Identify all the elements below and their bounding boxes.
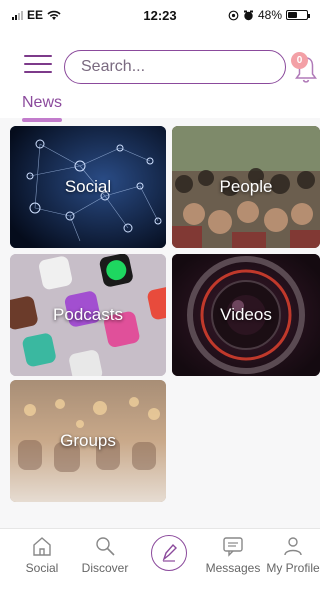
nav-label: Messages — [205, 561, 261, 575]
tile-label: Podcasts — [53, 305, 123, 324]
carrier-name: EE — [27, 8, 44, 22]
tile-label: Groups — [60, 431, 116, 450]
nav-label: Discover — [81, 561, 129, 575]
app-header: 0 News — [0, 30, 320, 122]
search-icon — [96, 537, 115, 556]
notification-badge: 0 — [291, 52, 308, 69]
tile-people[interactable]: People — [172, 126, 320, 248]
tile-groups[interactable]: Groups — [10, 380, 166, 502]
home-icon — [33, 537, 51, 556]
phone-screen: EE 12:23 48% Search... 0 News Social Peo… — [0, 0, 320, 590]
tile-label: People — [219, 177, 273, 196]
message-icon — [223, 537, 243, 557]
tile-podcasts[interactable]: Podcasts — [10, 254, 166, 376]
status-right: 48% — [208, 8, 310, 22]
battery-percent: 48% — [257, 8, 282, 22]
nav-discover[interactable]: Discover — [78, 535, 132, 575]
nav-social[interactable]: Social — [20, 535, 64, 575]
status-time: 12:23 — [143, 7, 177, 23]
nav-label: Social — [25, 561, 59, 575]
tile-label: Videos — [220, 305, 272, 324]
alarm-icon — [243, 10, 253, 20]
nav-label: My Profile — [266, 561, 320, 575]
battery-icon — [286, 10, 310, 20]
search-bar[interactable] — [64, 50, 286, 84]
section-title: News — [22, 94, 63, 111]
status-bar: EE 12:23 48% — [0, 0, 320, 30]
tile-social[interactable]: Social — [10, 126, 166, 248]
signal-icon — [12, 10, 23, 20]
search-input[interactable] — [81, 51, 271, 82]
hamburger-menu-icon[interactable] — [24, 55, 52, 75]
status-left: EE — [12, 8, 112, 22]
compose-pen-icon — [162, 543, 177, 562]
nav-messages[interactable]: Messages — [202, 535, 264, 575]
location-lock-icon — [228, 10, 239, 20]
wifi-icon — [47, 10, 61, 20]
tile-label: Social — [64, 177, 112, 196]
nav-compose[interactable] — [150, 535, 188, 571]
bottom-navigation: Social Discover Messages My Profile — [0, 528, 320, 590]
compose-button[interactable] — [151, 535, 187, 571]
profile-icon — [284, 537, 302, 556]
tile-videos[interactable]: Videos — [172, 254, 320, 376]
section-underline — [22, 118, 62, 122]
nav-my-profile[interactable]: My Profile — [266, 535, 320, 575]
